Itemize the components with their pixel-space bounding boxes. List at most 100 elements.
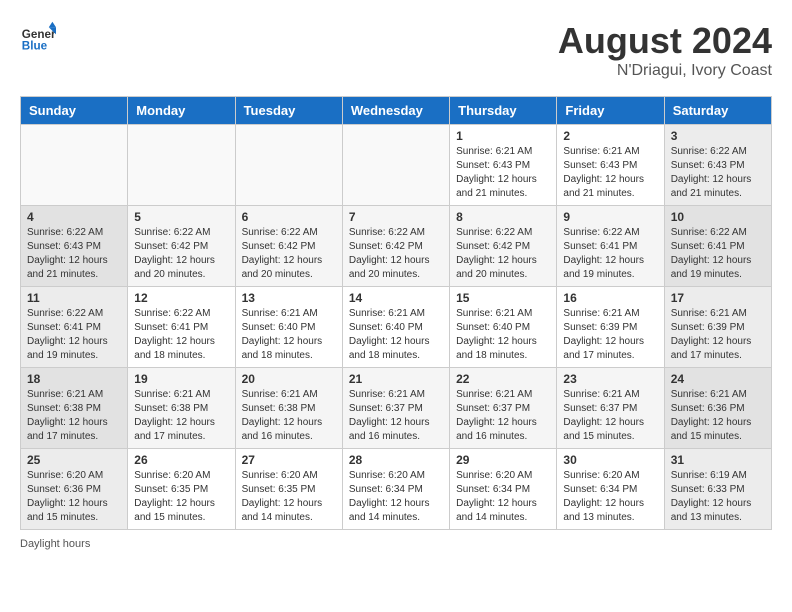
day-number: 20 [242,372,336,386]
location-subtitle: N'Driagui, Ivory Coast [558,62,772,80]
calendar-cell: 14 Sunrise: 6:21 AM Sunset: 6:40 PM Dayli… [342,287,449,368]
day-number: 2 [563,129,657,143]
calendar-cell: 17 Sunrise: 6:21 AM Sunset: 6:39 PM Dayli… [664,287,771,368]
calendar-header-row: SundayMondayTuesdayWednesdayThursdayFrid… [21,97,772,125]
day-info: Sunrise: 6:21 AM Sunset: 6:38 PM Dayligh… [27,388,121,444]
calendar-header-monday: Monday [128,97,235,125]
calendar-cell: 5Sunrise: 6:22 AM Sunset: 6:42 PM Daylig… [128,206,235,287]
calendar-cell: 19 Sunrise: 6:21 AM Sunset: 6:38 PM Dayli… [128,368,235,449]
calendar-week-4: 18Sunrise: 6:21 AM Sunset: 6:38 PM Dayli… [21,368,772,449]
calendar-cell: 16Sunrise: 6:21 AM Sunset: 6:39 PM Dayli… [557,287,664,368]
footer-note: Daylight hours [20,538,772,550]
day-number: 28 [349,453,443,467]
calendar-cell: 15Sunrise: 6:21 AM Sunset: 6:40 PM Dayli… [450,287,557,368]
day-number: 23 [563,372,657,386]
day-info: Sunrise: 6:21 AM Sunset: 6:40 PM Dayligh… [242,307,336,363]
calendar-table: SundayMondayTuesdayWednesdayThursdayFrid… [20,96,772,530]
day-number: 22 [456,372,550,386]
day-number: 16 [563,291,657,305]
calendar-cell: 13 Sunrise: 6:21 AM Sunset: 6:40 PM Dayli… [235,287,342,368]
calendar-cell: 7 Sunrise: 6:22 AM Sunset: 6:42 PM Daylig… [342,206,449,287]
day-number: 21 [349,372,443,386]
day-info: Sunrise: 6:21 AM Sunset: 6:43 PM Dayligh… [563,145,657,201]
calendar-cell: 18Sunrise: 6:21 AM Sunset: 6:38 PM Dayli… [21,368,128,449]
calendar-week-2: 4 Sunrise: 6:22 AM Sunset: 6:43 PM Daylig… [21,206,772,287]
day-info: Sunrise: 6:21 AM Sunset: 6:37 PM Dayligh… [563,388,657,444]
day-number: 13 [242,291,336,305]
calendar-cell [128,125,235,206]
calendar-cell: 27 Sunrise: 6:20 AM Sunset: 6:35 PM Dayli… [235,449,342,530]
calendar-cell: 2 Sunrise: 6:21 AM Sunset: 6:43 PM Daylig… [557,125,664,206]
calendar-cell: 24 Sunrise: 6:21 AM Sunset: 6:36 PM Dayli… [664,368,771,449]
day-info: Sunrise: 6:20 AM Sunset: 6:36 PM Dayligh… [27,469,121,525]
calendar-header-tuesday: Tuesday [235,97,342,125]
day-number: 29 [456,453,550,467]
day-info: Sunrise: 6:22 AM Sunset: 6:42 PM Dayligh… [456,226,550,282]
day-number: 19 [134,372,228,386]
calendar-cell: 21 Sunrise: 6:21 AM Sunset: 6:37 PM Dayli… [342,368,449,449]
day-number: 24 [671,372,765,386]
calendar-cell: 26 Sunrise: 6:20 AM Sunset: 6:35 PM Dayli… [128,449,235,530]
calendar-cell: 8Sunrise: 6:22 AM Sunset: 6:42 PM Daylig… [450,206,557,287]
day-info: Sunrise: 6:21 AM Sunset: 6:36 PM Dayligh… [671,388,765,444]
calendar-cell: 29 Sunrise: 6:20 AM Sunset: 6:34 PM Dayli… [450,449,557,530]
day-info: Sunrise: 6:22 AM Sunset: 6:41 PM Dayligh… [27,307,121,363]
day-info: Sunrise: 6:22 AM Sunset: 6:43 PM Dayligh… [671,145,765,201]
day-info: Sunrise: 6:20 AM Sunset: 6:35 PM Dayligh… [134,469,228,525]
day-info: Sunrise: 6:22 AM Sunset: 6:41 PM Dayligh… [134,307,228,363]
calendar-cell: 12 Sunrise: 6:22 AM Sunset: 6:41 PM Dayli… [128,287,235,368]
calendar-cell [21,125,128,206]
day-info: Sunrise: 6:22 AM Sunset: 6:42 PM Dayligh… [349,226,443,282]
day-number: 14 [349,291,443,305]
day-number: 12 [134,291,228,305]
day-info: Sunrise: 6:20 AM Sunset: 6:35 PM Dayligh… [242,469,336,525]
calendar-cell [342,125,449,206]
day-info: Sunrise: 6:21 AM Sunset: 6:37 PM Dayligh… [456,388,550,444]
day-number: 9 [563,210,657,224]
day-info: Sunrise: 6:20 AM Sunset: 6:34 PM Dayligh… [456,469,550,525]
day-info: Sunrise: 6:21 AM Sunset: 6:38 PM Dayligh… [134,388,228,444]
calendar-header-sunday: Sunday [21,97,128,125]
calendar-cell: 10 Sunrise: 6:22 AM Sunset: 6:41 PM Dayli… [664,206,771,287]
day-info: Sunrise: 6:20 AM Sunset: 6:34 PM Dayligh… [563,469,657,525]
logo: General Blue [20,20,56,56]
day-number: 5 [134,210,228,224]
day-info: Sunrise: 6:21 AM Sunset: 6:43 PM Dayligh… [456,145,550,201]
day-number: 26 [134,453,228,467]
day-number: 10 [671,210,765,224]
day-info: Sunrise: 6:22 AM Sunset: 6:42 PM Dayligh… [242,226,336,282]
day-number: 11 [27,291,121,305]
day-info: Sunrise: 6:20 AM Sunset: 6:34 PM Dayligh… [349,469,443,525]
day-info: Sunrise: 6:22 AM Sunset: 6:43 PM Dayligh… [27,226,121,282]
day-number: 4 [27,210,121,224]
day-number: 31 [671,453,765,467]
day-number: 17 [671,291,765,305]
day-info: Sunrise: 6:21 AM Sunset: 6:37 PM Dayligh… [349,388,443,444]
logo-icon: General Blue [20,20,56,56]
calendar-header-wednesday: Wednesday [342,97,449,125]
calendar-cell: 6 Sunrise: 6:22 AM Sunset: 6:42 PM Daylig… [235,206,342,287]
main-title: August 2024 [558,20,772,62]
day-number: 30 [563,453,657,467]
calendar-header-friday: Friday [557,97,664,125]
calendar-cell: 4 Sunrise: 6:22 AM Sunset: 6:43 PM Daylig… [21,206,128,287]
day-number: 6 [242,210,336,224]
calendar-cell: 3Sunrise: 6:22 AM Sunset: 6:43 PM Daylig… [664,125,771,206]
calendar-cell: 28 Sunrise: 6:20 AM Sunset: 6:34 PM Dayli… [342,449,449,530]
calendar-week-3: 11 Sunrise: 6:22 AM Sunset: 6:41 PM Dayli… [21,287,772,368]
calendar-cell: 22 Sunrise: 6:21 AM Sunset: 6:37 PM Dayli… [450,368,557,449]
day-info: Sunrise: 6:22 AM Sunset: 6:41 PM Dayligh… [671,226,765,282]
calendar-cell: 23 Sunrise: 6:21 AM Sunset: 6:37 PM Dayli… [557,368,664,449]
day-number: 25 [27,453,121,467]
day-info: Sunrise: 6:21 AM Sunset: 6:39 PM Dayligh… [671,307,765,363]
day-info: Sunrise: 6:22 AM Sunset: 6:41 PM Dayligh… [563,226,657,282]
calendar-header-saturday: Saturday [664,97,771,125]
day-info: Sunrise: 6:21 AM Sunset: 6:40 PM Dayligh… [349,307,443,363]
day-number: 1 [456,129,550,143]
calendar-cell: 20Sunrise: 6:21 AM Sunset: 6:38 PM Dayli… [235,368,342,449]
day-number: 27 [242,453,336,467]
title-block: August 2024 N'Driagui, Ivory Coast [558,20,772,80]
svg-text:Blue: Blue [22,40,48,53]
calendar-cell: 31Sunrise: 6:19 AM Sunset: 6:33 PM Dayli… [664,449,771,530]
day-number: 7 [349,210,443,224]
